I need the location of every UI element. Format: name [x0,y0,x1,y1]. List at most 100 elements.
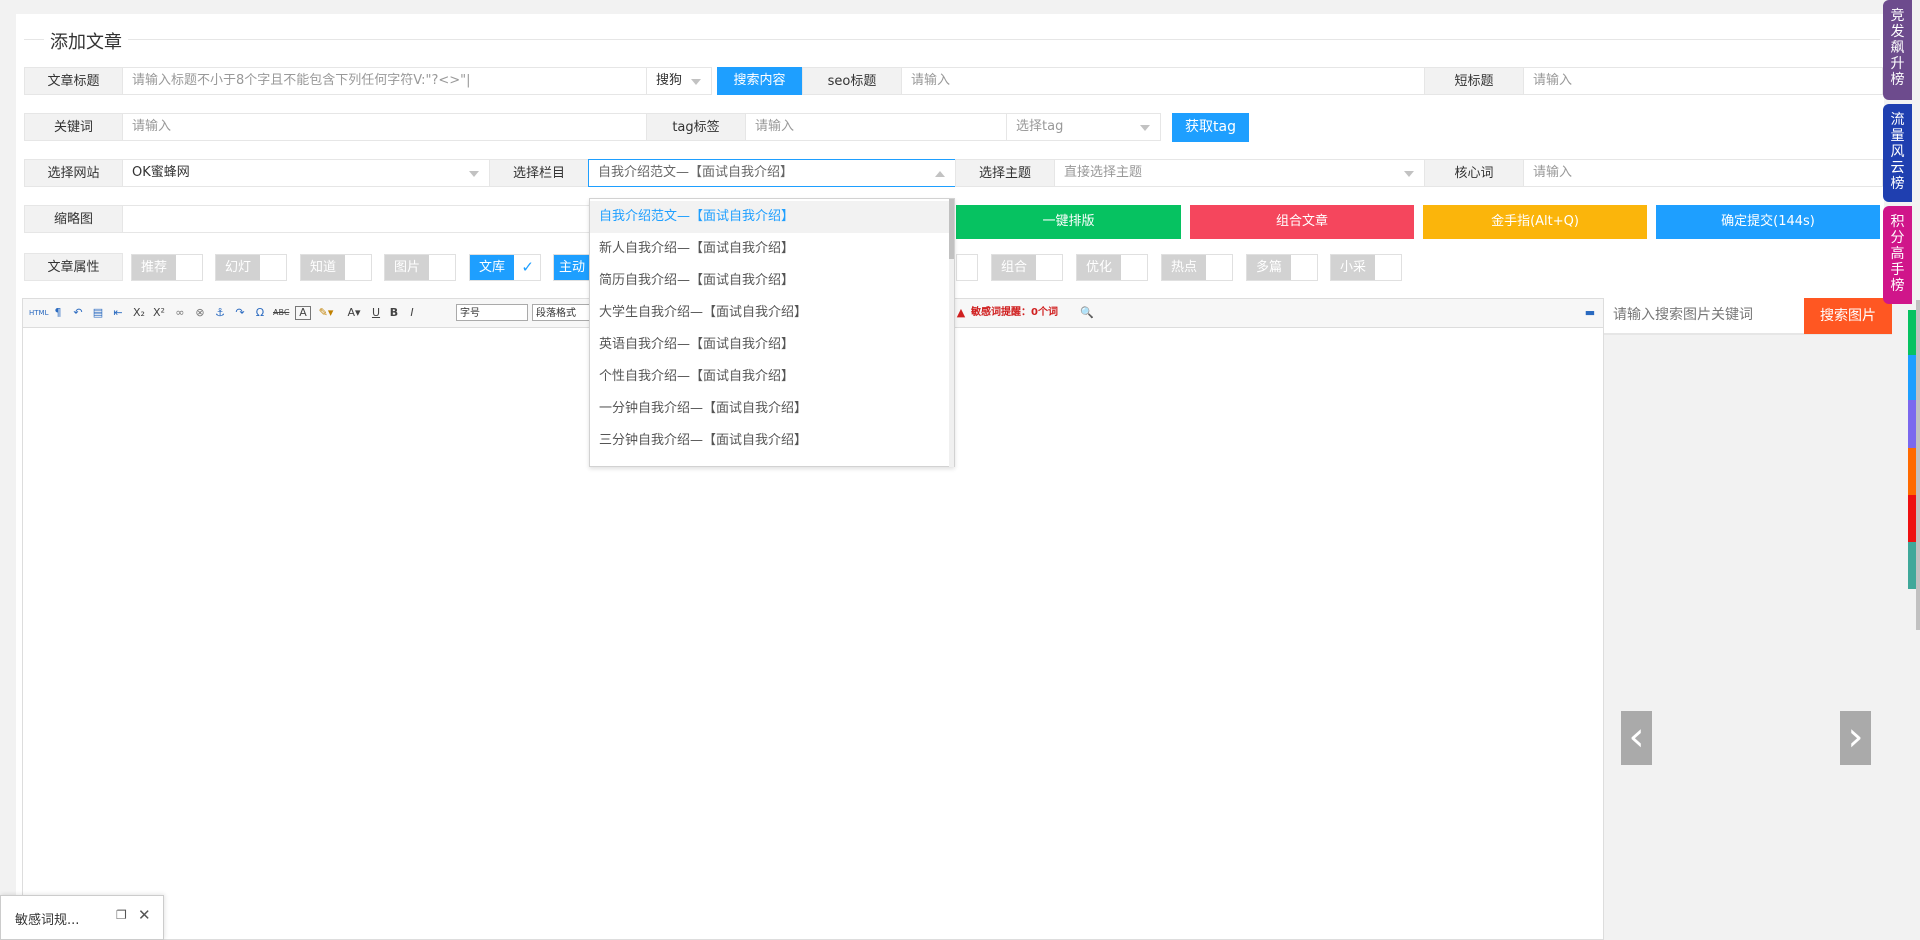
special-char-icon[interactable]: Ω [253,305,267,321]
redo-icon[interactable]: ↷ [233,305,247,321]
minimized-window[interactable]: 敏感词规... ❐ ✕ [0,895,164,940]
short-title-input[interactable]: 请输入 [1523,67,1883,95]
tag-label: tag标签 [646,113,746,141]
switch-label: 幻灯 [216,255,260,280]
html-source-icon[interactable]: HTML [29,305,48,321]
divider [1604,334,1892,335]
column-select-value: 自我介绍范文—【面试自我介绍】 [598,165,794,180]
paragraph-format-select[interactable]: 段落格式 [532,304,592,321]
dropdown-option[interactable]: 英语自我介绍—【面试自我介绍】 [590,329,950,361]
highlight-icon[interactable]: ✎▾ [315,305,337,321]
search-engine-select[interactable]: 搜狗 [646,67,712,95]
next-arrow-icon[interactable]: › [1840,711,1871,765]
font-size-select[interactable]: 字号 [456,304,528,321]
switch-combine[interactable]: 组合 [991,254,1063,281]
chevron-up-icon [935,171,945,177]
side-tab-label: 积分高手榜 [1890,214,1905,294]
switch-label: 组合 [992,255,1036,280]
fullscreen-icon[interactable]: ▬ [1583,305,1597,321]
golden-finger-button[interactable]: 金手指(Alt+Q) [1423,205,1647,239]
switch-active[interactable]: 主动 [553,254,590,281]
font-border-icon[interactable]: A [295,306,311,320]
switch-image[interactable]: 图片 [384,254,456,281]
switch-mini-collect[interactable]: 小采 [1330,254,1402,281]
thumbnail-label: 缩略图 [24,205,123,233]
italic-icon[interactable]: I [405,305,419,321]
topic-select[interactable]: 直接选择主题 [1054,159,1425,187]
topic-label: 选择主题 [955,159,1055,187]
link-icon[interactable]: ∞ [173,305,187,321]
article-attr-label: 文章属性 [24,253,123,281]
search-image-button[interactable]: 搜索图片 [1804,298,1892,334]
switch-active-end[interactable] [956,254,978,281]
search-content-button[interactable]: 搜索内容 [717,67,802,95]
sensitive-word-notice: 敏感词提醒：0个词 [971,307,1058,318]
switch-library[interactable]: 文库 ✓ [469,254,541,281]
prev-arrow-icon[interactable]: ‹ [1621,711,1652,765]
seo-title-label: seo标题 [802,67,902,95]
superscript-icon[interactable]: X² [151,305,167,321]
save-icon[interactable]: ▤ [91,305,105,321]
dropdown-option[interactable]: 一分钟自我介绍—【面试自我介绍】 [590,393,950,425]
scrollbar-thumb[interactable] [949,199,954,259]
paragraph-icon[interactable]: ¶ [51,305,65,321]
seo-title-input[interactable]: 请输入 [901,67,1425,95]
dropdown-option[interactable]: 个性自我介绍—【面试自我介绍】 [590,361,950,393]
switch-multi[interactable]: 多篇 [1246,254,1318,281]
tag-input[interactable]: 请输入 [745,113,1007,141]
switch-hot[interactable]: 热点 [1161,254,1233,281]
undo-icon[interactable]: ↶ [71,305,85,321]
dropdown-option[interactable]: 新人自我介绍—【面试自我介绍】 [590,233,950,265]
subscript-icon[interactable]: X₂ [131,305,147,321]
switch-label: 文库 [470,255,514,280]
restore-icon[interactable]: ❐ [116,908,127,922]
side-tab-points[interactable]: 积分高手榜 [1883,206,1912,304]
switch-know[interactable]: 知道 [300,254,372,281]
switch-slide[interactable]: 幻灯 [215,254,287,281]
dropdown-option[interactable]: 简历自我介绍—【面试自我介绍】 [590,265,950,297]
switch-optimize[interactable]: 优化 [1076,254,1148,281]
anchor-icon[interactable]: ⚓ [213,305,227,321]
check-icon: ✓ [521,258,534,276]
get-tag-button[interactable]: 获取tag [1172,113,1249,142]
combine-article-button[interactable]: 组合文章 [1190,205,1414,239]
indent-icon[interactable]: ⇤ [111,305,125,321]
site-select-value: OK蜜蜂网 [132,165,190,180]
site-select[interactable]: OK蜜蜂网 [122,159,490,187]
chevron-down-icon [1404,171,1414,177]
font-color-icon[interactable]: A▾ [343,305,365,321]
dropdown-option[interactable]: 三分钟自我介绍—【面试自我介绍】 [590,425,950,457]
side-tab-traffic[interactable]: 流量风云榜 [1883,104,1912,202]
chevron-down-icon [469,171,479,177]
title-divider [24,39,1880,40]
underline-icon[interactable]: U [369,305,383,321]
side-tab-label: 流量风云榜 [1890,112,1905,192]
keyword-label: 关键词 [24,113,123,141]
tag-select-value: 选择tag [1016,119,1064,134]
topic-select-value: 直接选择主题 [1064,165,1143,180]
tag-select[interactable]: 选择tag [1006,113,1161,141]
strikethrough-icon[interactable]: ABC [273,305,289,321]
keyword-input[interactable]: 请输入 [122,113,647,141]
one-click-format-button[interactable]: 一键排版 [956,205,1181,239]
dropdown-option[interactable]: 自我介绍范文—【面试自我介绍】 [590,201,950,233]
switch-label: 图片 [385,255,429,280]
switch-label: 知道 [301,255,345,280]
dropdown-option[interactable]: 大学生自我介绍—【面试自我介绍】 [590,297,950,329]
title-input[interactable]: 请输入标题不小于8个字且不能包含下列任何字符V:"?<>"| [122,67,647,95]
search-icon[interactable]: 🔍 [1079,305,1095,321]
close-icon[interactable]: ✕ [138,906,151,924]
switch-recommend[interactable]: 推荐 [131,254,203,281]
switch-label: 优化 [1077,255,1121,280]
column-select[interactable]: 自我介绍范文—【面试自我介绍】 [588,159,956,187]
unlink-icon[interactable]: ⊗ [193,305,207,321]
image-search-input[interactable]: 请输入搜索图片关键词 [1604,298,1804,334]
bold-icon[interactable]: B [387,305,401,321]
thumbnail-input[interactable] [122,205,600,233]
confirm-submit-button[interactable]: 确定提交(144s) [1656,205,1880,239]
page-scrollbar[interactable] [1916,300,1920,630]
dropdown-scrollbar[interactable] [949,199,954,467]
side-tab-rising[interactable]: 竞发飙升榜 [1883,0,1912,100]
core-word-input[interactable]: 请输入 [1523,159,1883,187]
page-title-row: 添加文章 [24,26,1880,56]
